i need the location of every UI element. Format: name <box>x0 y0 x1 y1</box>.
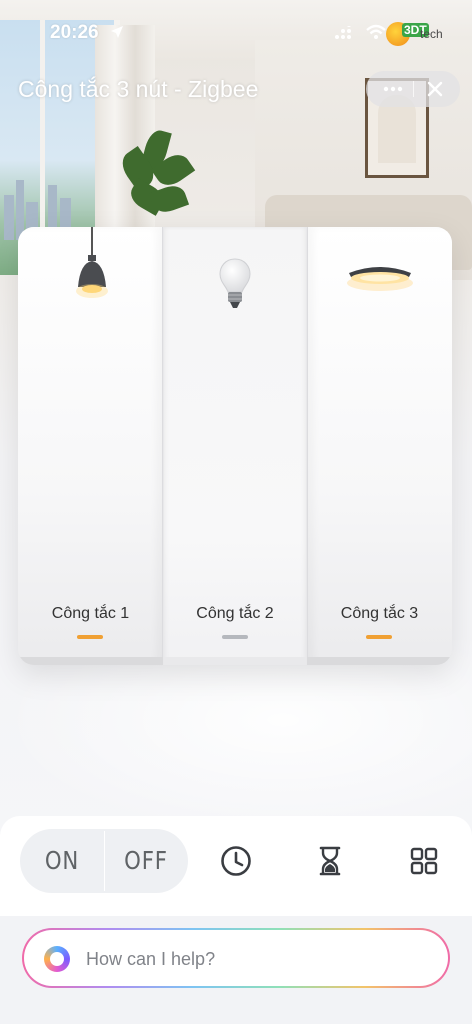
on-off-toggle: ON OFF <box>20 829 188 893</box>
switch-key-1[interactable]: Công tắc 1 <box>18 227 163 665</box>
action-bar: ON OFF <box>0 816 472 916</box>
switch-key-3-indicator <box>366 635 392 639</box>
floor-sheen <box>0 640 472 840</box>
close-icon[interactable] <box>426 80 444 98</box>
assistant-placeholder: How can I help? <box>86 949 216 969</box>
hourglass-icon[interactable] <box>313 844 347 878</box>
switch-key-3[interactable]: Công tắc 3 <box>307 227 452 665</box>
switch-key-1-label: Công tắc 1 <box>51 605 130 622</box>
capsule-divider <box>413 81 414 97</box>
all-on-button[interactable]: ON <box>26 829 97 893</box>
clock-icon[interactable] <box>219 844 253 878</box>
mini-program-capsule <box>366 71 460 107</box>
signal-icon <box>335 26 351 39</box>
plant <box>115 127 196 230</box>
more-dots-icon[interactable] <box>380 79 406 99</box>
brand-text: tech <box>420 27 443 41</box>
wifi-icon <box>366 24 386 39</box>
brand-logo: 3DT tech <box>386 22 446 46</box>
assistant-area: How can I help? <box>0 916 472 1024</box>
status-time: 20:26 <box>50 22 99 43</box>
location-arrow-icon <box>111 26 123 38</box>
grid-icon[interactable] <box>407 844 441 878</box>
assistant-orb-icon <box>44 946 70 972</box>
status-bar: 20:26 3DT tech <box>0 18 472 48</box>
light-bulb-icon <box>219 258 251 308</box>
switch-key-3-label: Công tắc 3 <box>340 605 419 622</box>
switch-key-2[interactable]: Công tắc 2 <box>164 227 306 665</box>
switch-panel: Công tắc 1 Công tắc 2 Công tắc 3 <box>18 227 452 665</box>
assistant-input[interactable]: How can I help? <box>22 928 450 988</box>
ceiling-lamp-icon <box>347 267 413 291</box>
pendant-lamp-icon <box>76 227 108 298</box>
switch-key-1-indicator <box>77 635 103 639</box>
page-title: Công tắc 3 nút - Zigbee <box>18 76 259 102</box>
all-off-button[interactable]: OFF <box>110 829 181 893</box>
on-off-divider <box>104 831 105 891</box>
switch-key-2-label: Công tắc 2 <box>196 605 274 622</box>
switch-key-2-indicator <box>222 635 248 639</box>
